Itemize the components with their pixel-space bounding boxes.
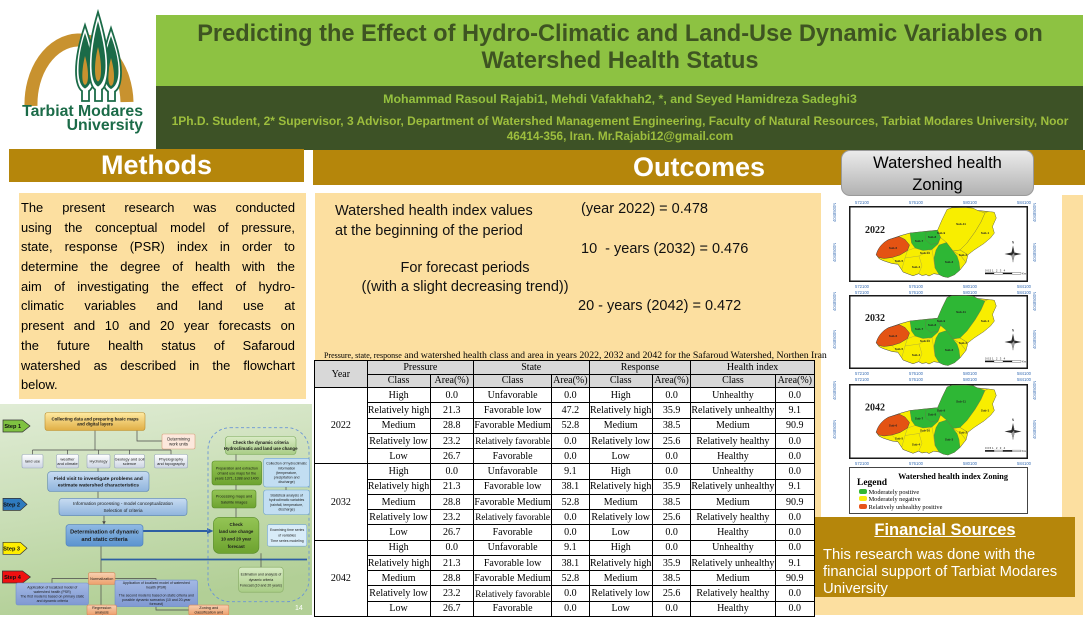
svg-text:Step 3: Step 3 (3, 546, 20, 552)
svg-text:Sub-7: Sub-7 (915, 327, 924, 331)
svg-text:discharge): discharge) (278, 508, 294, 512)
svg-text:Sub-1: Sub-1 (981, 319, 990, 323)
svg-text:Estimation and analysis of: Estimation and analysis of (241, 572, 282, 576)
svg-text:Sub-4: Sub-4 (912, 443, 921, 447)
svg-text:science: science (123, 461, 137, 466)
svg-text:health (PSR): health (PSR) (146, 585, 166, 589)
svg-text:of land use maps for the: of land use maps for the (218, 471, 257, 475)
svg-text:Selection of criteria: Selection of criteria (103, 508, 143, 513)
svg-text:Statistical analysis of: Statistical analysis of (270, 493, 303, 497)
svg-text:and topography: and topography (157, 461, 185, 466)
svg-text:Sub-5: Sub-5 (895, 347, 904, 351)
svg-text:Sub-8: Sub-8 (928, 413, 937, 417)
svg-text:Step 1: Step 1 (4, 424, 21, 430)
svg-text:dynamic criteria: dynamic criteria (249, 578, 274, 582)
svg-text:Sub-7: Sub-7 (915, 417, 924, 421)
svg-text:2032: 2032 (865, 313, 885, 324)
svg-text:hydroclimatic variables: hydroclimatic variables (269, 498, 305, 502)
svg-text:Sub-10: Sub-10 (920, 339, 930, 343)
svg-text:and digital layers: and digital layers (77, 422, 113, 427)
svg-text:Sub-11: Sub-11 (956, 400, 966, 404)
svg-text:work units: work units (169, 441, 188, 446)
svg-text:land use change: land use change (219, 529, 254, 534)
svg-text:information: information (278, 466, 295, 470)
svg-text:Step 2: Step 2 (3, 502, 20, 508)
svg-text:Processing maps and: Processing maps and (216, 494, 253, 498)
svg-text:Sub-3: Sub-3 (945, 438, 954, 442)
svg-text:Sub-6: Sub-6 (889, 246, 898, 250)
svg-text:precipitation and: precipitation and (274, 476, 300, 480)
svg-text:10 and 20 year: 10 and 20 year (221, 537, 252, 542)
svg-text:Sub-10: Sub-10 (920, 429, 930, 433)
svg-text:Application of localized model: Application of localized model of (27, 585, 77, 589)
svg-text:and static criteria: and static criteria (81, 537, 128, 543)
svg-text:Sub-8: Sub-8 (928, 323, 937, 327)
svg-text:Sub-5: Sub-5 (895, 259, 904, 263)
svg-text:Sub-8: Sub-8 (928, 235, 937, 239)
svg-text:0 0.5 1 2 3 4: 0 0.5 1 2 3 4 (985, 357, 1006, 361)
svg-text:Sub-10: Sub-10 (920, 251, 930, 255)
svg-text:Sub-5: Sub-5 (895, 437, 904, 441)
svg-text:Sub-2: Sub-2 (959, 253, 968, 257)
svg-text:Satellite images: Satellite images (221, 500, 248, 504)
svg-text:Sub-1: Sub-1 (981, 409, 990, 413)
svg-text:Km: Km (1022, 360, 1027, 364)
svg-text:Sub-4: Sub-4 (912, 265, 921, 269)
svg-text:Sub-11: Sub-11 (956, 310, 966, 314)
svg-text:14: 14 (295, 605, 303, 612)
svg-text:Normalization: Normalization (90, 577, 113, 581)
svg-text:Check the dynamic criteria: Check the dynamic criteria (233, 440, 289, 445)
svg-text:years 1371, 1388 and 1400: years 1371, 1388 and 1400 (215, 476, 259, 480)
svg-text:Check: Check (230, 522, 244, 527)
svg-text:2022: 2022 (865, 225, 885, 236)
svg-text:2042: 2042 (865, 403, 885, 414)
svg-text:Regression: Regression (92, 606, 111, 610)
svg-text:(temperature,: (temperature, (276, 471, 297, 475)
svg-text:Information processing - model: Information processing - model conceptua… (73, 501, 173, 506)
svg-text:estimate watershed characteris: estimate watershed characteristics (58, 483, 140, 489)
svg-text:Sub-3: Sub-3 (945, 260, 954, 264)
svg-text:Km: Km (1022, 449, 1027, 453)
svg-text:The first model is based on pr: The first model is based on primary stat… (20, 595, 84, 599)
svg-text:discharge): discharge) (278, 480, 294, 484)
svg-text:Sub-2: Sub-2 (959, 431, 968, 435)
svg-text:University: University (67, 117, 144, 134)
svg-text:Forecast (10 and 20 years): Forecast (10 and 20 years) (240, 584, 282, 588)
svg-text:classification and: classification and (194, 611, 223, 615)
svg-text:Sub-9: Sub-9 (937, 409, 946, 413)
svg-text:0 0.5 1 2 3 4: 0 0.5 1 2 3 4 (985, 269, 1006, 273)
svg-text:Sub-3: Sub-3 (945, 348, 954, 352)
svg-text:Collection of hydroclimatic: Collection of hydroclimatic (266, 462, 307, 466)
svg-text:Time series modeling: Time series modeling (271, 539, 304, 543)
svg-text:Sub-6: Sub-6 (889, 334, 898, 338)
svg-text:analysis: analysis (95, 611, 109, 615)
svg-text:Sub-9: Sub-9 (937, 319, 946, 323)
svg-text:Zoning and: Zoning and (199, 606, 218, 610)
svg-text:(rainfall, temperature,: (rainfall, temperature, (270, 503, 303, 507)
svg-text:forecast): forecast) (149, 602, 163, 606)
svg-text:Sub-7: Sub-7 (915, 239, 924, 243)
svg-text:Determination of dynamic: Determination of dynamic (70, 530, 139, 536)
svg-text:and climate: and climate (57, 461, 78, 466)
svg-text:of variables: of variables (278, 534, 296, 538)
svg-text:Sub-11: Sub-11 (956, 222, 966, 226)
svg-text:and dynamic criteria: and dynamic criteria (37, 599, 68, 603)
svg-text:Sub-1: Sub-1 (981, 231, 990, 235)
svg-text:land use: land use (25, 459, 41, 464)
svg-text:Hydrology: Hydrology (89, 459, 107, 464)
svg-text:Sub-4: Sub-4 (912, 353, 921, 357)
svg-text:0 0.5 1 2 3 4: 0 0.5 1 2 3 4 (985, 446, 1006, 450)
svg-text:Field visit to investigate pro: Field visit to investigate problems and (54, 476, 143, 482)
svg-text:Examining time series: Examining time series (270, 528, 304, 532)
svg-text:Sub-9: Sub-9 (937, 231, 946, 235)
svg-text:Sub-2: Sub-2 (959, 341, 968, 345)
svg-text:Hydroclimatic and land use cha: Hydroclimatic and land use change (224, 446, 298, 451)
svg-text:Step 4: Step 4 (4, 575, 22, 581)
svg-text:Preparation and extraction: Preparation and extraction (216, 466, 258, 470)
svg-text:forecast: forecast (228, 544, 246, 549)
svg-text:watershed health (PSR): watershed health (PSR) (34, 590, 71, 594)
svg-text:Sub-6: Sub-6 (889, 424, 898, 428)
svg-text:Km: Km (1022, 272, 1027, 276)
